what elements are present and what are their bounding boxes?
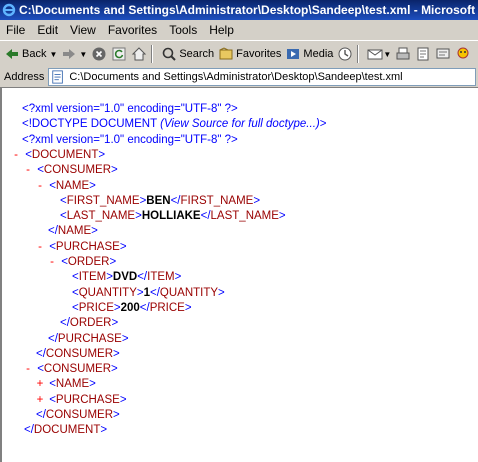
- menu-tools[interactable]: Tools: [163, 23, 203, 37]
- menu-edit[interactable]: Edit: [31, 23, 64, 37]
- home-button[interactable]: [131, 46, 147, 62]
- address-value: C:\Documents and Settings\Administrator\…: [69, 71, 403, 83]
- document-open: - <DOCUMENT>: [10, 148, 286, 163]
- menu-file[interactable]: File: [0, 23, 31, 37]
- edit-button[interactable]: [415, 46, 431, 62]
- collapse-toggle[interactable]: -: [46, 255, 58, 270]
- refresh-button[interactable]: [111, 46, 127, 62]
- collapse-toggle[interactable]: -: [22, 163, 34, 178]
- consumer-open: - <CONSUMER>: [10, 163, 286, 178]
- collapse-toggle[interactable]: -: [34, 179, 46, 194]
- home-icon: [132, 47, 147, 61]
- address-input[interactable]: C:\Documents and Settings\Administrator\…: [48, 68, 476, 86]
- messenger-button[interactable]: [455, 46, 471, 62]
- window-title: C:\Documents and Settings\Administrator\…: [19, 3, 478, 17]
- favorites-label: Favorites: [236, 48, 282, 60]
- last-name-value: HOLLIAKE: [141, 210, 201, 223]
- xml-declaration-2-text: <?xml version="1.0" encoding="UTF-8" ?>: [22, 133, 238, 146]
- stop-button[interactable]: [91, 46, 107, 62]
- order-close: </ORDER>: [60, 317, 119, 330]
- last-name-element: <LAST_NAME>HOLLIAKE</LAST_NAME>: [60, 210, 286, 223]
- search-button[interactable]: Search: [161, 46, 214, 62]
- order-open: - <ORDER>: [10, 255, 286, 270]
- xml-elements: - <DOCUMENT> - <CONSUMER> - <NAME> <FIRS…: [10, 148, 286, 439]
- expand-toggle[interactable]: +: [34, 393, 46, 408]
- title-bar: C:\Documents and Settings\Administrator\…: [0, 0, 478, 20]
- xml-declaration: <?xml version="1.0" encoding="UTF-8" ?>: [22, 102, 326, 117]
- history-icon: [338, 47, 352, 61]
- ie-logo-icon: [2, 3, 16, 17]
- doctype-note: (View Source for full doctype...): [160, 118, 320, 131]
- item-element: <ITEM>DVD</ITEM>: [72, 271, 182, 284]
- forward-dropdown-icon[interactable]: ▼: [79, 50, 87, 59]
- name-close: </NAME>: [48, 225, 98, 238]
- toolbar-separator: [151, 45, 154, 63]
- refresh-icon: [112, 47, 126, 61]
- purchase-collapsed: + <PURCHASE>: [10, 393, 286, 408]
- document-close: </DOCUMENT>: [24, 424, 108, 437]
- consumer-2-close: </CONSUMER>: [36, 409, 120, 422]
- media-icon: [287, 49, 300, 59]
- consumer-2-open: - <CONSUMER>: [10, 362, 286, 377]
- forward-arrow-icon: [63, 49, 76, 59]
- back-arrow-icon: [6, 49, 18, 59]
- mail-icon: [367, 49, 383, 60]
- menu-favorites[interactable]: Favorites: [102, 23, 163, 37]
- search-label: Search: [179, 48, 215, 60]
- media-button[interactable]: Media: [285, 46, 333, 62]
- collapse-toggle[interactable]: -: [34, 240, 46, 255]
- xml-declaration-2: <?xml version="1.0" encoding="UTF-8" ?>: [22, 133, 326, 148]
- toolbar-separator: [357, 45, 360, 63]
- purchase-open: - <PURCHASE>: [10, 240, 286, 255]
- toolbar: Back ▼ ▼ Search Favorites Media ▼: [0, 40, 478, 68]
- search-icon: [163, 47, 177, 61]
- address-label: Address: [4, 71, 45, 83]
- stop-icon: [92, 47, 106, 61]
- back-dropdown-icon[interactable]: ▼: [49, 50, 57, 59]
- menu-bar: File Edit View Favorites Tools Help: [0, 20, 478, 40]
- xml-declaration-text: <?xml version="1.0" encoding="UTF-8" ?>: [22, 103, 238, 115]
- print-button[interactable]: [395, 46, 411, 62]
- collapse-toggle[interactable]: -: [22, 362, 34, 377]
- edit-page-icon: [417, 47, 429, 61]
- favorites-button[interactable]: Favorites: [218, 46, 281, 62]
- mail-dropdown-icon[interactable]: ▼: [383, 50, 391, 59]
- print-icon: [396, 47, 410, 60]
- media-label: Media: [303, 48, 334, 60]
- menu-view[interactable]: View: [64, 23, 102, 37]
- doctype-line: <!DOCTYPE DOCUMENT (View Source for full…: [22, 117, 326, 132]
- xml-document-view: <?xml version="1.0" encoding="UTF-8" ?> …: [0, 88, 478, 462]
- doctype-end: >: [319, 118, 327, 131]
- consumer-close: </CONSUMER>: [36, 347, 120, 360]
- favorites-icon: [219, 47, 233, 60]
- back-button[interactable]: Back ▼: [4, 46, 57, 62]
- xml-file-icon: [52, 70, 64, 84]
- quantity-element: <QUANTITY>1</QUANTITY>: [72, 286, 225, 299]
- first-name-value: BEN: [146, 194, 171, 207]
- discuss-button[interactable]: [435, 46, 451, 62]
- price-value: 200: [120, 301, 140, 314]
- messenger-icon: [457, 47, 469, 59]
- first-name-element: <FIRST_NAME>BEN</FIRST_NAME>: [60, 194, 261, 207]
- doctype-text: <!DOCTYPE DOCUMENT: [22, 118, 157, 131]
- address-bar: Address C:\Documents and Settings\Admini…: [0, 67, 478, 88]
- purchase-close: </PURCHASE>: [48, 332, 129, 345]
- history-button[interactable]: [337, 46, 353, 62]
- menu-help[interactable]: Help: [203, 23, 240, 37]
- name-open: - <NAME>: [10, 179, 286, 194]
- back-label: Back: [22, 48, 47, 60]
- mail-button[interactable]: ▼: [367, 46, 391, 62]
- name-collapsed: + <NAME>: [10, 377, 286, 392]
- item-value: DVD: [112, 271, 138, 284]
- discuss-icon: [436, 48, 450, 59]
- price-element: <PRICE>200</PRICE>: [72, 301, 192, 314]
- forward-button[interactable]: ▼: [61, 46, 87, 62]
- collapse-toggle[interactable]: -: [10, 148, 22, 163]
- expand-toggle[interactable]: +: [34, 377, 46, 392]
- xml-tree: <?xml version="1.0" encoding="UTF-8" ?> …: [22, 102, 326, 148]
